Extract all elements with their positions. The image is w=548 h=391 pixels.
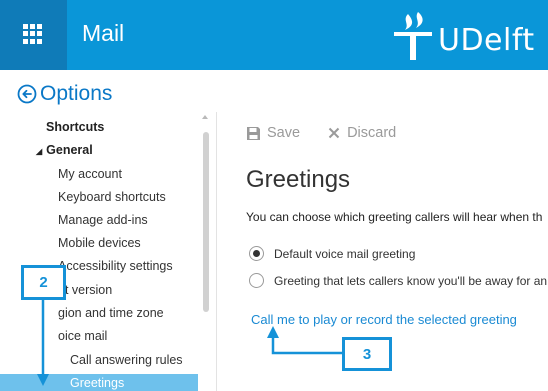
app-launcher-button[interactable] xyxy=(0,0,67,70)
nav-item-call-answering-rules[interactable]: Call answering rules xyxy=(70,353,183,367)
description-text: You can choose which greeting callers wi… xyxy=(246,210,543,224)
radio-button-checked[interactable] xyxy=(249,246,264,261)
tudelft-logo: UDelft xyxy=(388,10,535,62)
expand-triangle-icon: ◢ xyxy=(36,147,43,156)
nav-item-mobile-devices[interactable]: Mobile devices xyxy=(58,236,141,250)
arrow-up-icon xyxy=(267,326,279,338)
toolbar: Save Discard xyxy=(246,125,396,141)
radio-default-greeting[interactable]: Default voice mail greeting xyxy=(249,246,415,261)
radio-button-unchecked[interactable] xyxy=(249,273,264,288)
options-back-link[interactable]: Options xyxy=(17,82,112,106)
nav-item-general-label: General xyxy=(46,143,93,157)
page-title: Greetings xyxy=(246,166,351,193)
discard-button[interactable]: Discard xyxy=(328,125,396,141)
nav-item-light-version[interactable]: ht version xyxy=(58,283,112,297)
annotation-step-3: 3 xyxy=(342,337,392,371)
nav-item-region-time-zone[interactable]: gion and time zone xyxy=(58,306,164,320)
pane-divider xyxy=(216,112,217,391)
save-button[interactable]: Save xyxy=(246,125,300,141)
call-me-link[interactable]: Call me to play or record the selected g… xyxy=(251,312,517,327)
close-icon xyxy=(328,127,340,139)
nav-scrollbar[interactable] xyxy=(201,112,211,391)
flame-logo-icon xyxy=(394,12,432,60)
nav-item-general[interactable]: ◢ General xyxy=(36,143,93,157)
nav-item-keyboard-shortcuts[interactable]: Keyboard shortcuts xyxy=(58,190,166,204)
save-disk-icon xyxy=(247,126,260,140)
annotation-step-2: 2 xyxy=(21,265,66,300)
nav-item-shortcuts[interactable]: Shortcuts xyxy=(46,120,104,134)
options-title: Options xyxy=(40,82,113,105)
save-label: Save xyxy=(267,125,301,141)
logo-text: UDelft xyxy=(438,23,535,58)
nav-item-accessibility-settings[interactable]: Accessibility settings xyxy=(58,259,173,273)
top-bar: Mail UDelft xyxy=(0,0,548,70)
scroll-up-arrow-icon[interactable] xyxy=(202,115,208,119)
scroll-thumb[interactable] xyxy=(203,132,209,312)
nav-item-greetings[interactable]: Greetings xyxy=(70,376,124,390)
options-nav: Shortcuts ◢ General My account Keyboard s… xyxy=(0,112,212,391)
discard-label: Discard xyxy=(347,125,397,141)
back-arrow-icon xyxy=(17,84,37,104)
nav-item-my-account[interactable]: My account xyxy=(58,167,122,181)
app-title[interactable]: Mail xyxy=(82,20,124,47)
waffle-icon xyxy=(23,24,43,44)
radio-away-greeting[interactable]: Greeting that lets callers know you'll b… xyxy=(249,273,547,288)
nav-item-manage-add-ins[interactable]: Manage add-ins xyxy=(58,213,148,227)
nav-item-voice-mail[interactable]: oice mail xyxy=(58,329,107,343)
radio-default-label: Default voice mail greeting xyxy=(274,246,416,261)
radio-away-label: Greeting that lets callers know you'll b… xyxy=(274,273,548,288)
